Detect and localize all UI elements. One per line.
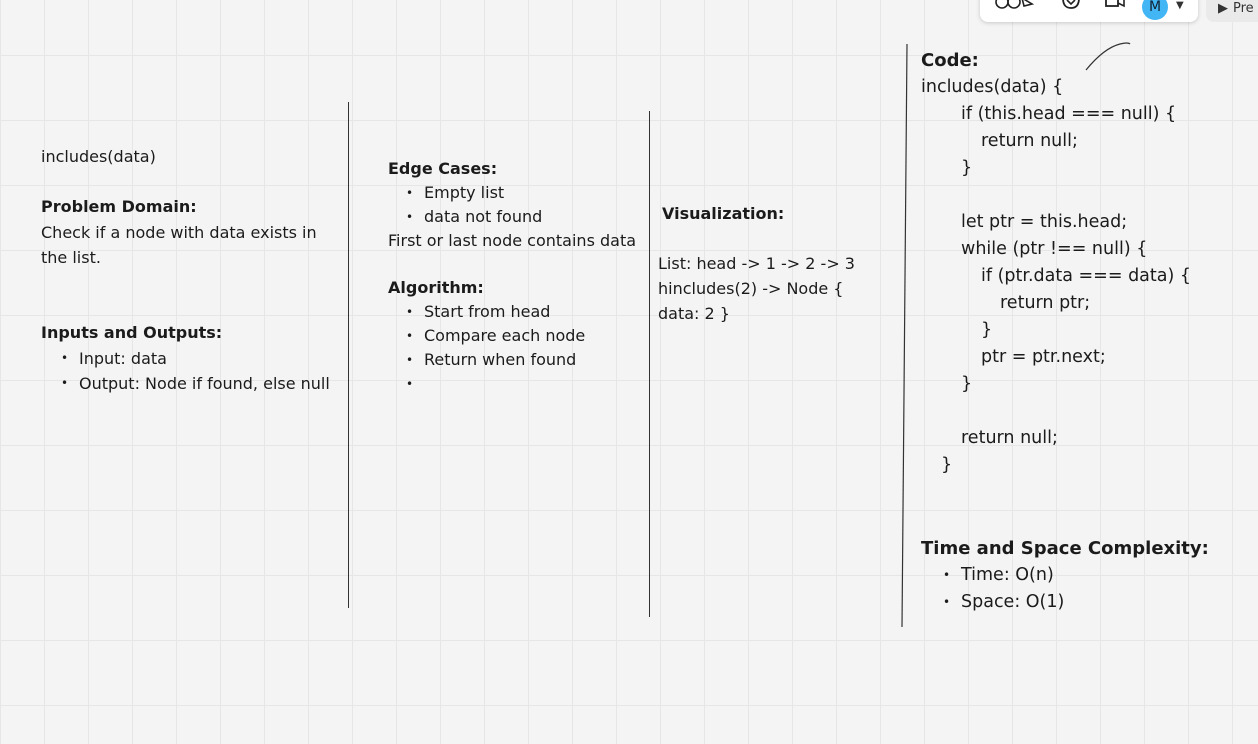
board-toolbar: M ▼ (980, 0, 1198, 22)
column-divider-2 (649, 111, 650, 617)
code-line: } (941, 455, 953, 475)
io-output-item: Output: Node if found, else null (43, 371, 330, 396)
code-line: ptr = ptr.next; (981, 347, 1106, 367)
algorithm-heading: Algorithm: (388, 278, 484, 297)
edge-case-item: data not found (388, 205, 542, 229)
algorithm-list: Start from head Compare each node Return… (388, 300, 585, 396)
algorithm-step: Return when found (388, 348, 585, 372)
method-signature: includes(data) (41, 147, 156, 166)
visualization-text: List: head -> 1 -> 2 -> 3 hincludes(2) -… (658, 254, 855, 323)
code-line: if (this.head === null) { (961, 104, 1177, 124)
algorithm-step: Start from head (388, 300, 585, 324)
algorithm-step (388, 372, 585, 396)
code-block: includes(data) { if (this.head === null)… (921, 74, 1191, 479)
io-heading: Inputs and Outputs: (41, 323, 223, 342)
code-line: } (981, 320, 993, 340)
code-line: return null; (961, 428, 1058, 448)
edge-case-extra: First or last node contains data (388, 231, 637, 250)
reactions-icon[interactable] (994, 0, 1035, 16)
code-line: let ptr = this.head; (961, 212, 1128, 232)
io-input-item: Input: data (43, 346, 330, 371)
code-line: if (ptr.data === data) { (981, 266, 1192, 286)
code-heading: Code: (921, 50, 979, 71)
code-line: includes(data) { (921, 77, 1064, 97)
problem-domain-heading: Problem Domain: (41, 197, 197, 216)
pen-stroke (1085, 42, 1131, 71)
visualization-heading: Visualization: (662, 204, 785, 223)
complexity-list: Time: O(n) Space: O(1) (925, 562, 1064, 616)
column-divider-3 (901, 44, 908, 628)
code-line: return null; (981, 131, 1078, 151)
code-line: return ptr; (1000, 293, 1091, 313)
algorithm-step: Compare each node (388, 324, 585, 348)
chat-icon[interactable] (1060, 0, 1082, 16)
code-line: } (961, 374, 973, 394)
code-line: while (ptr !== null) { (961, 239, 1148, 259)
edge-case-item: Empty list (388, 181, 542, 205)
play-icon: ▶ (1218, 1, 1228, 16)
complexity-item: Time: O(n) (925, 562, 1064, 589)
present-label: Pre (1233, 1, 1254, 16)
complexity-heading: Time and Space Complexity: (921, 538, 1209, 559)
present-button[interactable]: ▶ Pre (1206, 0, 1258, 22)
problem-domain-text: Check if a node with data exists in the … (41, 223, 317, 267)
edge-cases-list: Empty list data not found (388, 181, 542, 229)
code-line: } (961, 158, 973, 178)
avatar[interactable]: M (1142, 0, 1168, 20)
column-divider-1 (348, 102, 349, 608)
chevron-down-icon[interactable]: ▼ (1176, 0, 1184, 11)
io-list: Input: data Output: Node if found, else … (43, 346, 330, 396)
video-call-icon[interactable] (1104, 0, 1126, 16)
complexity-item: Space: O(1) (925, 589, 1064, 616)
edge-cases-heading: Edge Cases: (388, 159, 498, 178)
